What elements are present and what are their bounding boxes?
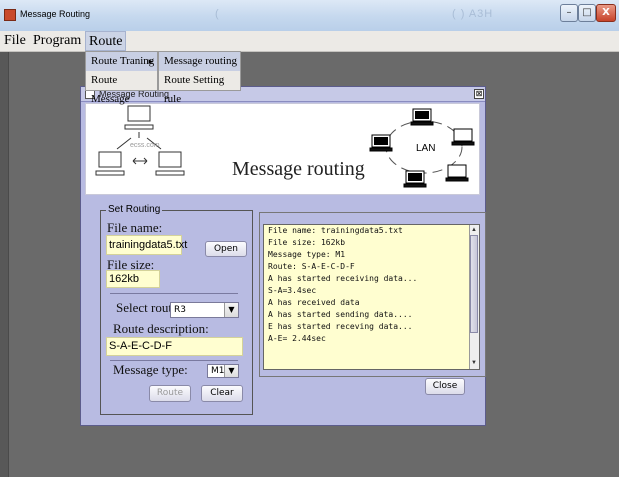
message-type-value: M1 — [211, 366, 225, 376]
log-line: Message type: M1 — [268, 250, 346, 259]
file-name-label: File name: — [107, 220, 163, 235]
menu-item-message-routing[interactable]: Message routing — [159, 52, 240, 71]
route-select-value: R3 — [174, 305, 186, 315]
menu-file[interactable]: File — [4, 33, 26, 49]
divider — [110, 360, 238, 361]
log-line: A-E= 2.44sec — [268, 334, 326, 343]
window-close-button[interactable]: X — [596, 4, 616, 22]
route-description-label: Route description: — [113, 321, 209, 336]
route-training-submenu: Message routing Route Setting rule — [158, 51, 241, 105]
title-bar-ghost-text-2: ( ) A3H — [452, 8, 494, 20]
log-line: A has received data — [268, 298, 360, 307]
route-button[interactable]: Route — [149, 385, 191, 402]
route-dropdown-menu: Route Traning ▸ Route Message — [85, 51, 158, 105]
set-routing-legend: Set Routing — [106, 204, 163, 215]
message-type-select[interactable]: M1 ▼ — [207, 364, 239, 378]
title-bar — [0, 0, 619, 32]
scroll-down-icon[interactable]: ▼ — [470, 359, 478, 368]
chevron-down-icon[interactable]: ▼ — [224, 303, 238, 317]
window-title: Message Routing — [20, 9, 91, 19]
message-type-label: Message type: — [113, 362, 188, 377]
open-button[interactable]: Open — [205, 241, 247, 257]
log-line: Route: S-A-E-C-D-F — [268, 262, 355, 271]
select-route-label: Select route — [116, 300, 178, 315]
submenu-arrow-icon: ▸ — [148, 56, 153, 66]
log-line: A has started sending data.... — [268, 310, 413, 319]
log-line: S-A=3.4sec — [268, 286, 317, 295]
frame-close-icon[interactable]: ⊠ — [474, 89, 484, 99]
log-line: A has started receiving data... — [268, 274, 418, 283]
log-scrollbar-thumb[interactable] — [470, 235, 478, 333]
file-size-field[interactable]: 162kb — [106, 270, 160, 288]
title-bar-ghost-text: ( — [215, 8, 220, 20]
menu-item-label: Route Traning — [91, 55, 155, 67]
file-name-field[interactable]: trainingdata5.txt — [106, 235, 187, 255]
menu-route[interactable]: Route — [85, 31, 127, 51]
menu-item-route-setting-rule[interactable]: Route Setting rule — [159, 71, 240, 105]
menu-item-route-traning[interactable]: Route Traning ▸ — [86, 52, 157, 71]
menu-item-route-message[interactable]: Route Message — [86, 71, 157, 105]
scroll-up-icon[interactable]: ▲ — [470, 226, 478, 235]
menu-program[interactable]: Program — [33, 33, 81, 49]
lan-label: LAN — [416, 143, 436, 154]
divider — [110, 293, 238, 294]
log-line: E has started receving data... — [268, 322, 413, 331]
clear-button[interactable]: Clear — [201, 385, 243, 402]
close-button[interactable]: Close — [425, 378, 465, 395]
route-select[interactable]: R3 ▼ — [170, 302, 239, 318]
left-panel-strip — [0, 52, 9, 477]
minimize-button[interactable]: – — [560, 4, 578, 22]
app-icon — [4, 9, 16, 21]
chevron-down-icon[interactable]: ▼ — [224, 365, 238, 377]
route-description-field[interactable]: S-A-E-C-D-F — [106, 337, 243, 356]
banner-title: Message routing — [232, 158, 365, 180]
banner-watermark: ecss.com — [130, 142, 160, 149]
log-line: File name: trainingdata5.txt — [268, 226, 403, 235]
maximize-button[interactable]: □ — [578, 4, 596, 22]
log-line: File size: 162kb — [268, 238, 346, 247]
log-text-area[interactable]: File name: trainingdata5.txt File size: … — [263, 224, 480, 370]
